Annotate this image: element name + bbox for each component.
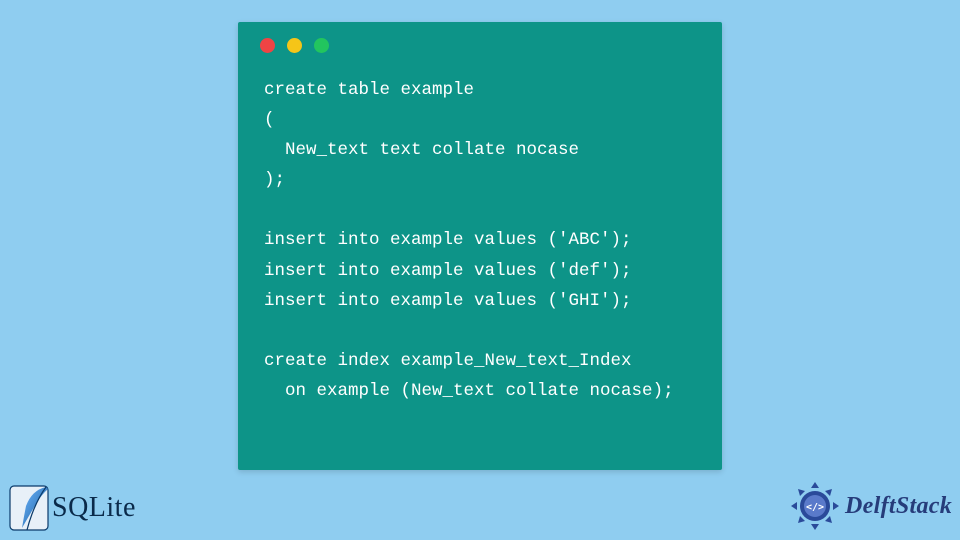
minimize-dot-icon (287, 38, 302, 53)
code-window: create table example ( New_text text col… (238, 22, 722, 470)
sqlite-feather-icon (8, 484, 50, 532)
sqlite-label: SQLite (52, 492, 136, 524)
sqlite-logo: SQLite (8, 484, 136, 532)
delftstack-label: DelftStack (845, 493, 952, 520)
svg-text:</>: </> (806, 502, 824, 513)
close-dot-icon (260, 38, 275, 53)
zoom-dot-icon (314, 38, 329, 53)
delftstack-gear-icon: </> (789, 480, 841, 532)
code-block: create table example ( New_text text col… (238, 61, 722, 406)
window-buttons (238, 22, 722, 61)
delftstack-logo: </> DelftStack (789, 480, 952, 532)
